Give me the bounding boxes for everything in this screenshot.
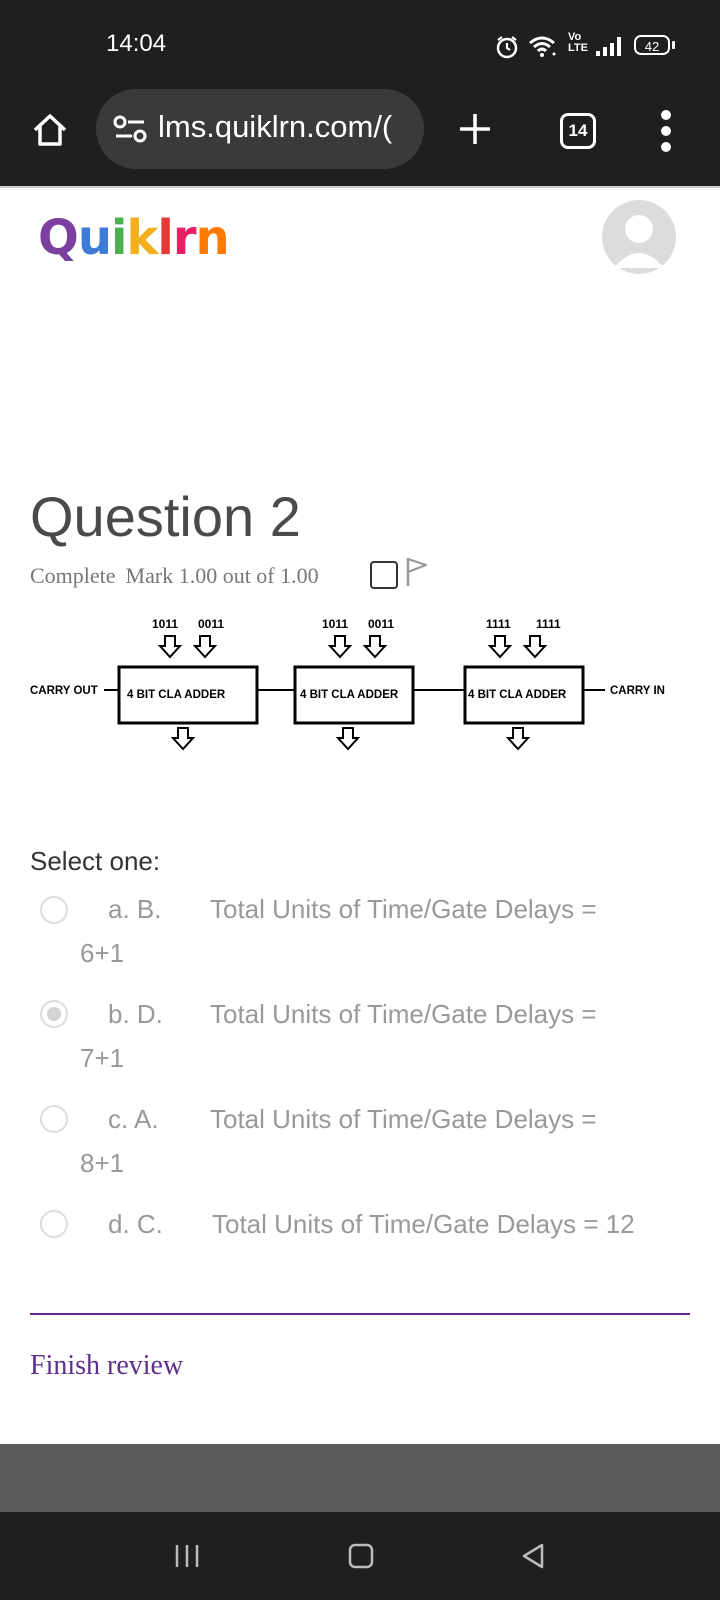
recent-apps-icon[interactable] bbox=[174, 1542, 200, 1570]
back-icon[interactable] bbox=[520, 1542, 546, 1570]
bottom-gray-bar bbox=[0, 1444, 720, 1512]
answer-text: Total Units of Time/Gate Delays = bbox=[210, 894, 597, 924]
question-info: Complete Mark 1.00 out of 1.00 bbox=[30, 563, 319, 589]
down-arrow-icon bbox=[362, 635, 388, 659]
answer-text: Total Units of Time/Gate Delays = bbox=[210, 1104, 597, 1134]
question-title: Question 2 bbox=[30, 485, 301, 548]
toolbar-divider bbox=[0, 186, 720, 188]
more-menu-icon[interactable] bbox=[658, 108, 674, 154]
down-arrow-icon bbox=[327, 635, 353, 659]
block-2-input-b: 0011 bbox=[368, 617, 394, 631]
new-tab-icon[interactable] bbox=[457, 111, 493, 147]
logo-letter: l bbox=[157, 210, 173, 266]
answer-text: Total Units of Time/Gate Delays = bbox=[210, 999, 597, 1029]
system-nav-bar bbox=[0, 1512, 720, 1600]
home-icon[interactable] bbox=[30, 110, 70, 150]
down-arrow-icon bbox=[522, 635, 548, 659]
url-text[interactable]: lms.quiklrn.com/( bbox=[158, 109, 406, 145]
site-logo[interactable]: Quiklrn bbox=[38, 210, 230, 266]
answer-letter: d. C. bbox=[108, 1209, 163, 1239]
answer-letter: c. A. bbox=[108, 1104, 159, 1134]
logo-letter: i bbox=[110, 210, 127, 266]
answer-text-continuation: 6+1 bbox=[80, 938, 125, 968]
question-mark: Mark 1.00 out of 1.00 bbox=[125, 563, 319, 588]
logo-letter: n bbox=[195, 210, 229, 266]
block-3-input-a: 1111 bbox=[486, 617, 511, 631]
logo-letter: k bbox=[126, 210, 158, 266]
block-3-input-b: 1111 bbox=[536, 617, 561, 631]
answer-radio[interactable] bbox=[40, 1000, 68, 1028]
down-arrow-icon bbox=[487, 635, 513, 659]
logo-letter: Q bbox=[38, 210, 79, 266]
tab-switcher-button[interactable]: 14 bbox=[560, 113, 596, 149]
answer-letter: a. B. bbox=[108, 894, 162, 924]
select-one-prompt: Select one: bbox=[30, 846, 161, 876]
flag-question-checkbox[interactable] bbox=[370, 561, 398, 589]
block-1-input-b: 0011 bbox=[198, 617, 224, 631]
answer-text-continuation: 7+1 bbox=[80, 1043, 125, 1073]
volte-label: Vo LTE bbox=[568, 31, 588, 54]
finish-review-link[interactable]: Finish review bbox=[30, 1350, 183, 1382]
answer-letter: b. D. bbox=[108, 999, 163, 1029]
answer-radio[interactable] bbox=[40, 1210, 68, 1238]
flag-icon[interactable] bbox=[404, 556, 430, 588]
question-state: Complete bbox=[30, 563, 116, 588]
down-arrow-icon bbox=[192, 635, 218, 659]
down-arrow-icon bbox=[505, 727, 531, 751]
user-avatar[interactable] bbox=[602, 200, 676, 274]
block-1-label: 4 BIT CLA ADDER bbox=[127, 689, 226, 701]
block-1-input-a: 1011 bbox=[152, 617, 178, 631]
answer-radio[interactable] bbox=[40, 896, 68, 924]
cla-adder-diagram: 1011 0011 4 BIT CLA ADDER 1011 0011 4 BI… bbox=[30, 617, 665, 751]
signal-icon bbox=[596, 37, 621, 56]
site-settings-icon[interactable] bbox=[112, 114, 148, 144]
down-arrow-icon bbox=[170, 727, 196, 751]
answer-text-continuation: 8+1 bbox=[80, 1148, 125, 1178]
status-time: 14:04 bbox=[106, 30, 167, 57]
battery-tip bbox=[672, 41, 675, 49]
battery-icon: 42 bbox=[634, 35, 670, 55]
down-arrow-icon bbox=[335, 727, 361, 751]
block-3-label: 4 BIT CLA ADDER bbox=[468, 689, 567, 701]
answer-text: Total Units of Time/Gate Delays = 12 bbox=[212, 1209, 635, 1239]
block-2-input-a: 1011 bbox=[322, 617, 348, 631]
logo-letter: u bbox=[77, 210, 112, 266]
logo-letter: r bbox=[172, 210, 197, 266]
home-nav-icon[interactable] bbox=[348, 1542, 374, 1570]
wifi-icon bbox=[529, 36, 556, 57]
user-icon bbox=[614, 215, 664, 268]
answer-radio[interactable] bbox=[40, 1105, 68, 1133]
alarm-icon bbox=[496, 36, 518, 59]
block-2-label: 4 BIT CLA ADDER bbox=[300, 689, 399, 701]
carry-in-label: CARRY IN bbox=[610, 685, 665, 697]
section-divider bbox=[30, 1313, 690, 1315]
down-arrow-icon bbox=[157, 635, 183, 659]
carry-out-label: CARRY OUT bbox=[30, 685, 98, 697]
status-bar: 14:04 Vo LTE 42 bbox=[0, 0, 720, 90]
